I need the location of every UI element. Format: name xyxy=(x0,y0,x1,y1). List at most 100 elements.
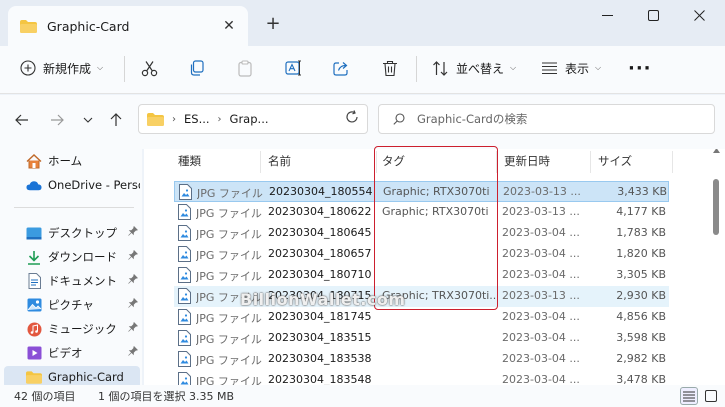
column-divider[interactable] xyxy=(376,151,377,173)
music-icon xyxy=(26,321,42,337)
back-button[interactable] xyxy=(11,109,33,131)
pin-icon xyxy=(128,249,139,263)
column-divider[interactable] xyxy=(496,151,497,173)
sidebar-item-label: ダウンロード xyxy=(48,250,117,264)
scroll-up-arrow[interactable] xyxy=(713,149,720,155)
cell-tag: Graphic; RTX3070ti xyxy=(383,185,490,198)
folder-icon xyxy=(147,112,164,126)
pin-icon xyxy=(128,345,139,359)
table-row[interactable]: JPG ファイル 20230304_181745 2023-03-04 ... 4,8… xyxy=(174,307,669,328)
image-file-icon xyxy=(178,351,191,367)
minimize-button[interactable] xyxy=(584,4,630,26)
table-row[interactable]: JPG ファイル 20230304_180645 2023-03-04 ... 1,7… xyxy=(174,223,669,244)
forward-button[interactable] xyxy=(46,109,68,131)
cell-name: 20230304_183548 xyxy=(268,373,372,385)
sort-icon xyxy=(433,60,448,76)
table-row[interactable]: JPG ファイル 20230304_183515 2023-03-04 ... 3,5… xyxy=(174,328,669,349)
column-divider[interactable] xyxy=(260,151,261,173)
cell-type: JPG ファイル xyxy=(196,312,262,325)
column-header-date[interactable]: 更新日時 xyxy=(504,153,550,169)
cell-name: 20230304_180710 xyxy=(268,268,372,281)
sidebar-item-videos[interactable]: ビデオ xyxy=(4,342,140,364)
refresh-button[interactable] xyxy=(345,110,359,127)
image-file-icon xyxy=(178,267,191,283)
close-tab-icon[interactable]: ✕ xyxy=(220,17,238,35)
new-button[interactable]: 新規作成 ⌵ xyxy=(20,46,103,90)
cell-size: 4,177 KB xyxy=(616,205,666,218)
file-list: 種類 名前 ⌃ タグ 更新日時 サイズ JPG ファイル 20230304_180… xyxy=(144,149,725,385)
cell-date: 2023-03-13 ... xyxy=(503,185,581,198)
sidebar-item-label: Graphic-Card xyxy=(48,370,124,384)
address-bar[interactable]: › ES... › Grap... xyxy=(138,104,368,134)
sidebar-item-pictures[interactable]: ピクチャ xyxy=(4,294,140,316)
sidebar-item-graphic-card[interactable]: Graphic-Card xyxy=(4,366,140,385)
copy-button[interactable] xyxy=(189,46,205,90)
documents-icon xyxy=(26,273,42,289)
image-file-icon xyxy=(178,309,191,325)
breadcrumb-item[interactable]: Grap... xyxy=(230,112,269,126)
table-row[interactable]: JPG ファイル 20230304_180657 2023-03-04 ... 1,8… xyxy=(174,244,669,265)
plus-circle-icon xyxy=(20,60,36,76)
cell-date: 2023-03-04 ... xyxy=(502,331,580,344)
sidebar-divider xyxy=(14,207,134,208)
breadcrumb-separator: › xyxy=(217,113,222,125)
status-bar: 42 個の項目 1 個の項目を選択 3.35 MB xyxy=(0,385,725,407)
new-tab-button[interactable]: + xyxy=(262,12,284,34)
item-count: 42 個の項目 xyxy=(14,390,76,403)
view-button-label: 表示 xyxy=(565,61,590,76)
cell-date: 2023-03-04 ... xyxy=(502,226,580,239)
rename-icon xyxy=(285,60,301,76)
table-row[interactable]: JPG ファイル 20230304_183548 2023-03-04 ... 3,4… xyxy=(174,370,669,385)
vertical-scrollbar-thumb[interactable] xyxy=(713,179,719,235)
clipboard-icon xyxy=(238,59,252,77)
column-header-tag[interactable]: タグ xyxy=(382,153,405,169)
delete-button[interactable] xyxy=(382,46,398,90)
sidebar-item-desktop[interactable]: デスクトップ xyxy=(4,222,140,244)
image-file-icon xyxy=(178,204,191,220)
image-file-icon xyxy=(178,225,191,241)
breadcrumb-separator: › xyxy=(172,113,176,125)
home-icon xyxy=(26,153,42,169)
recent-locations-button[interactable] xyxy=(77,109,99,131)
table-row[interactable]: JPG ファイル 20230304_183538 2023-03-04 ... 2,9… xyxy=(174,349,669,370)
up-button[interactable] xyxy=(105,109,127,131)
share-button[interactable] xyxy=(333,46,350,90)
column-header-name[interactable]: 名前 xyxy=(268,153,291,169)
table-row[interactable]: JPG ファイル 20230304_180710 2023-03-04 ... 3,3… xyxy=(174,265,669,286)
cell-size: 3,478 KB xyxy=(616,373,666,385)
maximize-button[interactable] xyxy=(630,4,676,26)
table-row[interactable]: JPG ファイル 20230304_180554 Graphic; RTX3070t… xyxy=(174,181,669,202)
sidebar-item-documents[interactable]: ドキュメント xyxy=(4,270,140,292)
triangle-up-icon xyxy=(713,149,720,153)
breadcrumb-item[interactable]: ES... xyxy=(184,112,210,126)
folder-icon xyxy=(20,19,37,33)
details-view-button[interactable] xyxy=(680,387,698,405)
column-divider[interactable] xyxy=(672,151,673,173)
tab-graphic-card[interactable]: Graphic-Card ✕ xyxy=(8,6,248,46)
chevron-down-icon: ⌵ xyxy=(97,63,104,72)
view-button[interactable]: 表示 ⌵ xyxy=(541,46,601,90)
sidebar-item-onedrive[interactable]: OneDrive - Persona xyxy=(4,174,140,196)
rename-button[interactable] xyxy=(285,46,303,90)
cell-name: 20230304_183538 xyxy=(268,352,372,365)
sort-button[interactable]: 並べ替え ⌵ xyxy=(432,46,516,90)
trash-icon xyxy=(383,60,397,76)
share-icon xyxy=(333,62,348,76)
search-input[interactable]: Graphic-Cardの検索 xyxy=(378,104,715,134)
more-options-button[interactable]: ··· xyxy=(628,46,652,90)
cell-date: 2023-03-04 ... xyxy=(502,373,580,385)
sidebar-item-label: ホーム xyxy=(48,154,83,168)
image-file-icon xyxy=(178,372,191,385)
column-header-size[interactable]: サイズ xyxy=(598,153,632,169)
sidebar-item-home[interactable]: ホーム xyxy=(4,150,140,172)
table-row[interactable]: JPG ファイル 20230304_180622 Graphic; RTX3070t… xyxy=(174,202,669,223)
tiles-view-button[interactable] xyxy=(702,387,720,405)
paste-button[interactable] xyxy=(237,46,253,90)
image-file-icon xyxy=(178,330,191,346)
sidebar-item-music[interactable]: ミュージック xyxy=(4,318,140,340)
close-window-button[interactable] xyxy=(676,4,722,26)
column-header-type[interactable]: 種類 xyxy=(178,153,201,169)
sidebar-item-downloads[interactable]: ダウンロード xyxy=(4,246,140,268)
cut-button[interactable] xyxy=(141,46,158,90)
column-divider[interactable] xyxy=(590,151,591,173)
